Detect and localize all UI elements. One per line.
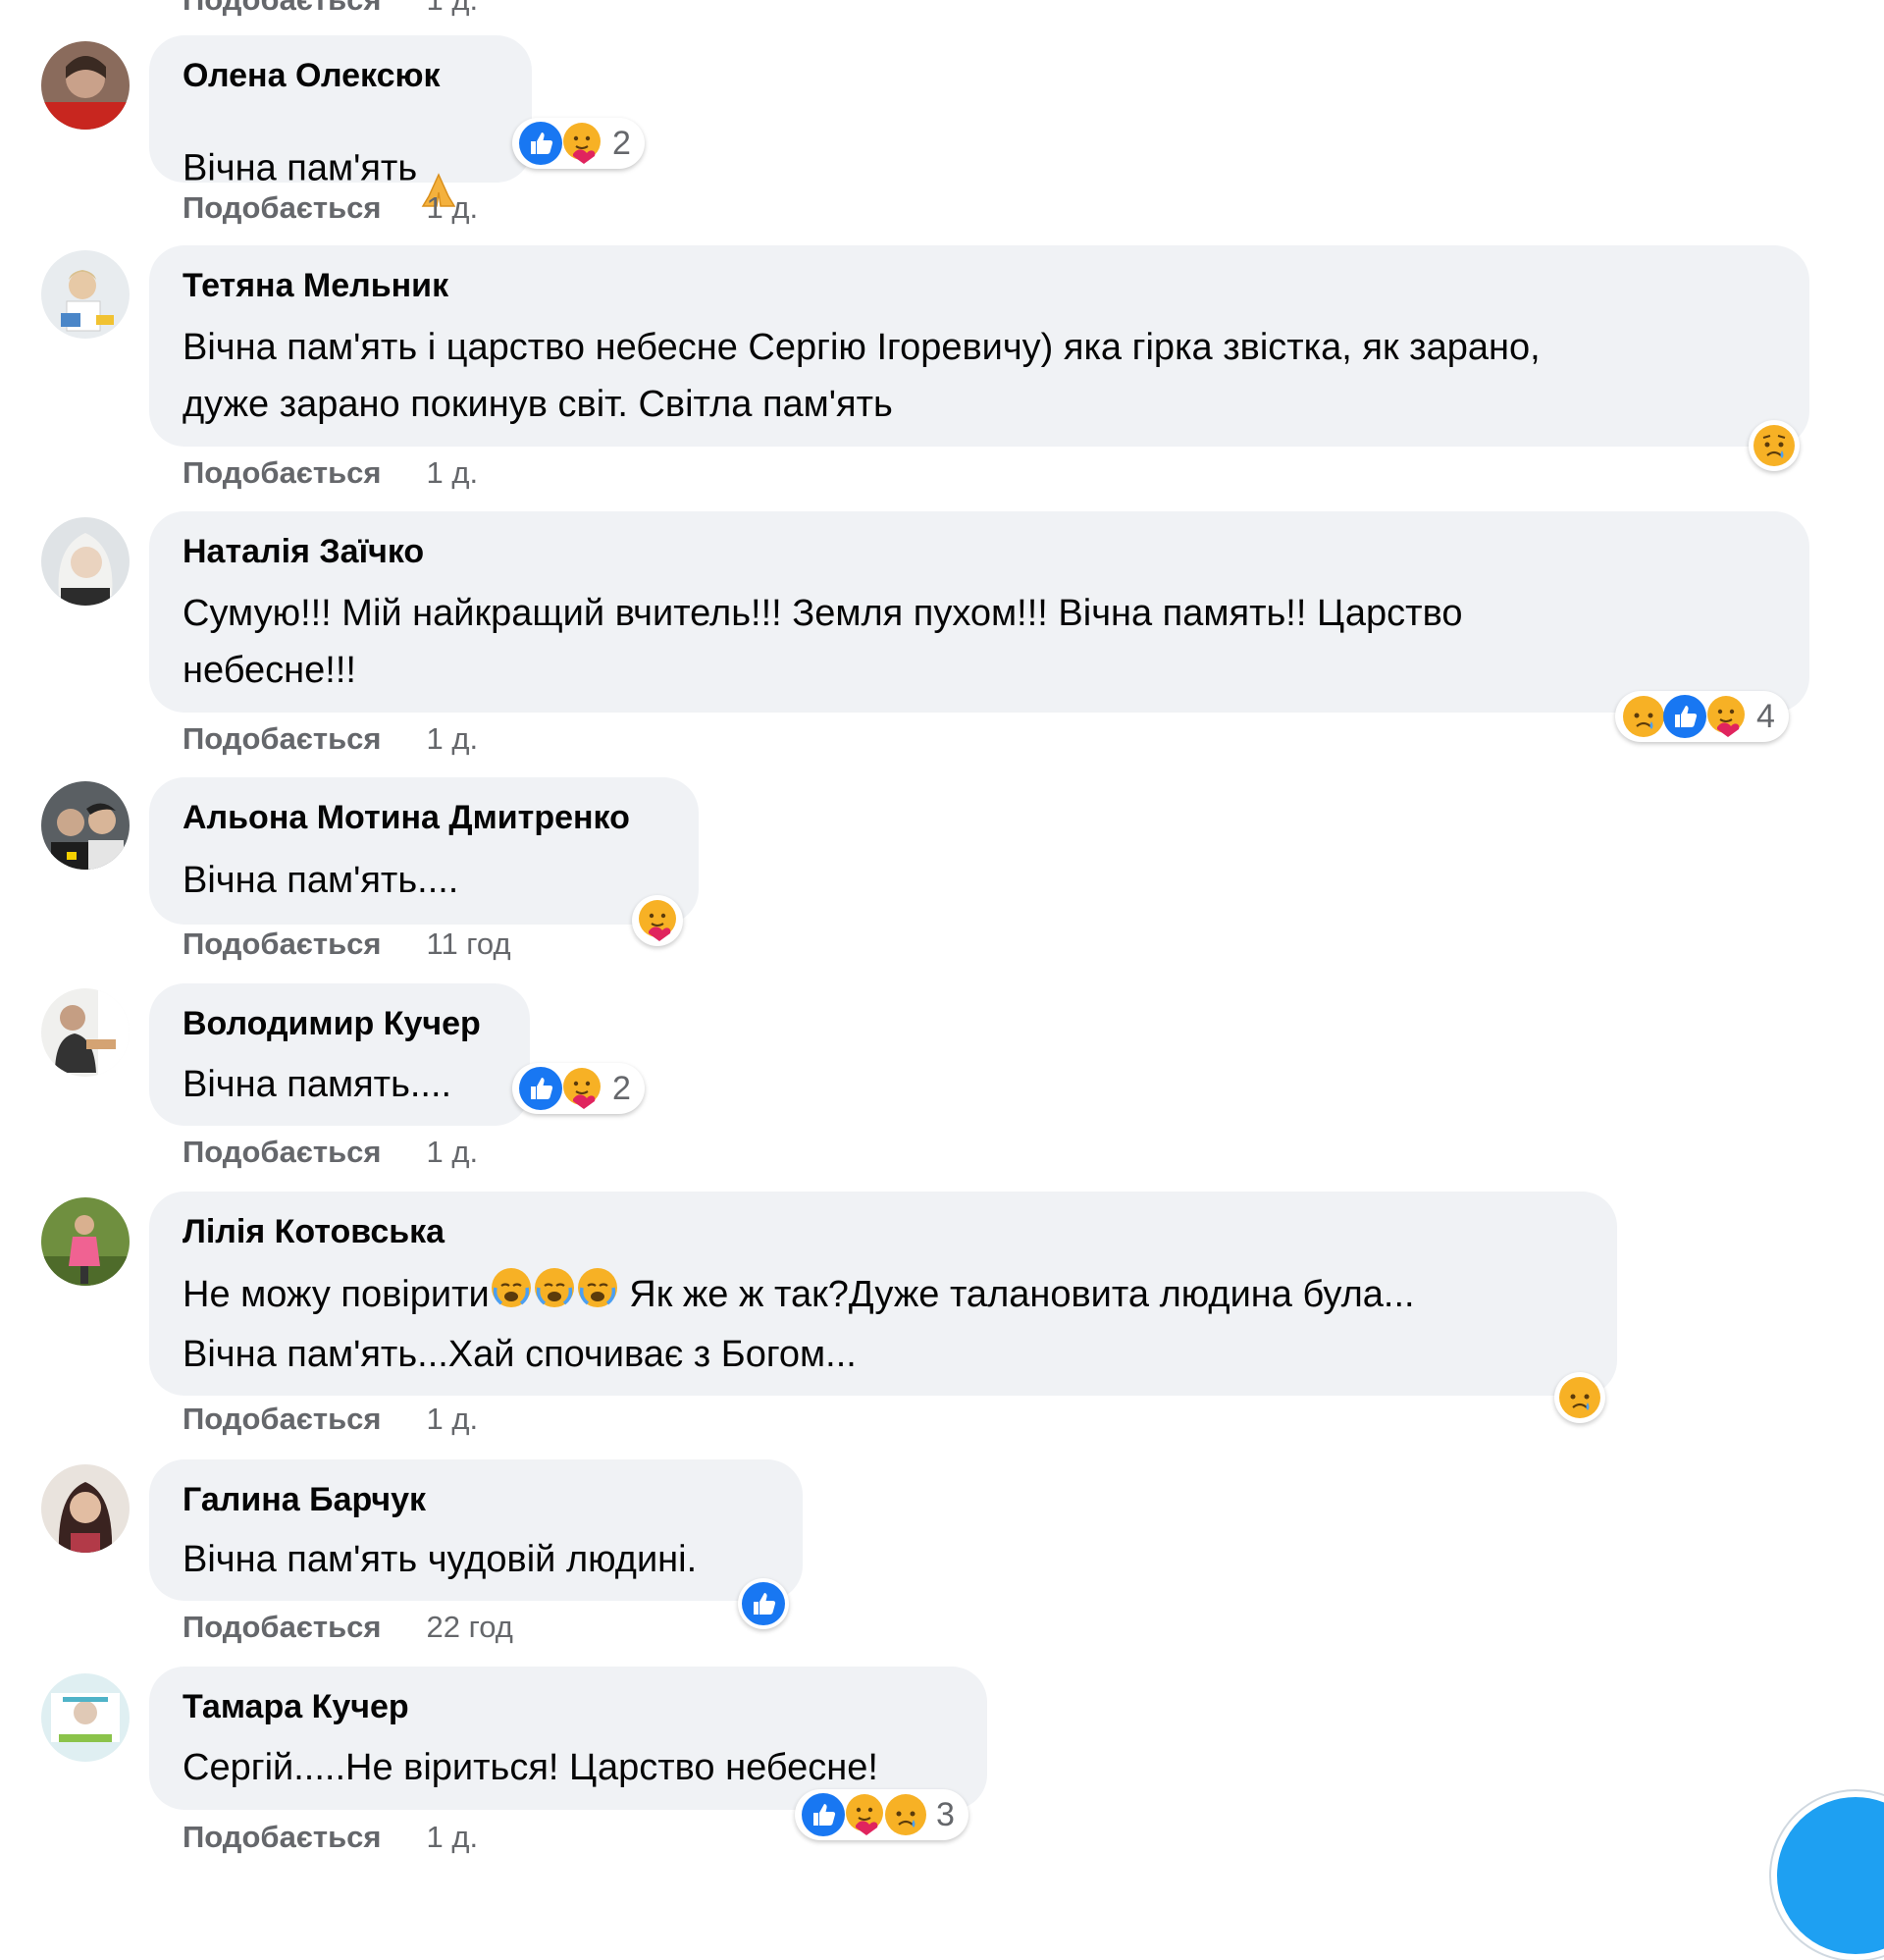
comment-bubble: Галина Барчук Вічна пам'ять чудовій люди… (149, 1459, 803, 1601)
comment-actions: Подобається 11 год (183, 927, 511, 962)
reactions-summary[interactable]: 2 (512, 1063, 645, 1114)
comment-bubble: Олена Олексюк Вічна пам'ять (149, 35, 532, 207)
comment-author[interactable]: Галина Барчук (183, 1481, 426, 1519)
comment-text: Вічна память.... (183, 1064, 452, 1105)
comment-author[interactable]: Володимир Кучер (183, 1005, 481, 1043)
comment-bubble: Лілія Котовська Не можу повірити Як же ж… (149, 1192, 1617, 1396)
comment-text: Вічна пам'ять чудовій людині. (183, 1539, 698, 1580)
avatar[interactable] (41, 41, 130, 130)
comment-time[interactable]: 1 д. (427, 0, 479, 18)
comment-author[interactable]: Тетяна Мельник (183, 267, 448, 305)
sad-icon (1557, 1375, 1602, 1420)
comment-actions: Подобається 1 д. (183, 721, 478, 757)
avatar[interactable] (41, 1197, 130, 1286)
reactions-summary[interactable] (1554, 1372, 1605, 1423)
like-link[interactable]: Подобається (183, 1135, 382, 1170)
like-icon (1662, 694, 1707, 739)
like-icon (801, 1792, 846, 1837)
comment-bubble: Тетяна Мельник Вічна пам'ять і царство н… (149, 245, 1809, 447)
comment-actions: Подобається 1 д. (183, 455, 478, 491)
like-link[interactable]: Подобається (183, 927, 382, 962)
reactions-summary[interactable] (738, 1578, 789, 1629)
comment-actions: Подобається 1 д. (183, 190, 478, 226)
like-icon (741, 1581, 786, 1626)
reactions-summary[interactable] (632, 895, 683, 946)
like-link[interactable]: Подобається (183, 190, 382, 226)
comment-time[interactable]: 1 д. (427, 721, 479, 757)
comment-bubble: Володимир Кучер Вічна память.... (149, 983, 530, 1126)
reactions-summary[interactable]: 3 (795, 1789, 968, 1840)
comment-text: Сергій.....Не віриться! Царство небесне! (183, 1747, 878, 1788)
sad-icon (883, 1792, 928, 1837)
care-icon (842, 1792, 887, 1837)
chat-bubble-button[interactable] (1771, 1791, 1884, 1960)
avatar[interactable] (41, 250, 130, 339)
comment-actions: Подобається 1 д. (183, 1402, 478, 1437)
care-icon (559, 1066, 604, 1111)
comment-time[interactable]: 1 д. (427, 455, 479, 491)
comment-time[interactable]: 1 д. (427, 190, 479, 226)
reactions-summary[interactable]: 4 (1615, 691, 1789, 742)
comment-time[interactable]: 11 год (427, 927, 511, 962)
comment-text: Сумую!!! Мій найкращий вчитель!!! Земля … (183, 593, 1463, 691)
sad-icon (1752, 423, 1797, 468)
like-link[interactable]: Подобається (183, 1820, 382, 1855)
reaction-count: 2 (612, 1069, 631, 1107)
reaction-count: 2 (612, 124, 631, 162)
comment-text: Вічна пам'ять і царство небесне Сергію І… (183, 327, 1541, 425)
sad-icon (1621, 694, 1666, 739)
avatar[interactable] (41, 1464, 130, 1553)
like-icon (518, 121, 563, 166)
comment-actions: Подобається 1 д. (183, 1820, 478, 1855)
comment-author[interactable]: Наталія Заїчко (183, 533, 424, 571)
avatar[interactable] (41, 781, 130, 870)
comment-bubble: Альона Мотина Дмитренко Вічна пам'ять...… (149, 777, 699, 925)
like-link[interactable]: Подобається (183, 455, 382, 491)
reaction-count: 3 (936, 1795, 955, 1833)
avatar[interactable] (41, 517, 130, 606)
comment-actions: Подобається 22 год (183, 1610, 513, 1645)
comment-time[interactable]: 22 год (427, 1610, 513, 1645)
comment-author[interactable]: Тамара Кучер (183, 1688, 409, 1726)
reaction-count: 4 (1756, 697, 1775, 735)
comment-author[interactable]: Альона Мотина Дмитренко (183, 799, 630, 837)
comment-time[interactable]: 1 д. (427, 1135, 479, 1170)
like-link[interactable]: Подобається (183, 0, 382, 18)
reactions-summary[interactable]: 2 (512, 118, 645, 169)
comment-text: Не можу повірити Як же ж так?Дуже талано… (183, 1266, 1415, 1383)
comment-time[interactable]: 1 д. (427, 1402, 479, 1437)
like-link[interactable]: Подобається (183, 721, 382, 757)
like-icon (518, 1066, 563, 1111)
comment-author[interactable]: Лілія Котовська (183, 1213, 445, 1251)
care-icon (635, 898, 680, 943)
comment-time[interactable]: 1 д. (427, 1820, 479, 1855)
care-icon (1703, 694, 1749, 739)
reactions-summary[interactable] (1749, 420, 1800, 471)
crying-emoji-icon (576, 1266, 619, 1326)
like-link[interactable]: Подобається (183, 1610, 382, 1645)
comment-author[interactable]: Олена Олексюк (183, 57, 441, 95)
comment-actions-partial: Подобається 1 д. (183, 0, 478, 18)
crying-emoji-icon (490, 1266, 533, 1326)
care-icon (559, 121, 604, 166)
avatar[interactable] (41, 988, 130, 1077)
crying-emoji-icon (533, 1266, 576, 1326)
comment-text: Вічна пам'ять.... (183, 860, 459, 901)
like-link[interactable]: Подобається (183, 1402, 382, 1437)
comment-bubble: Наталія Заїчко Сумую!!! Мій найкращий вч… (149, 511, 1809, 713)
comment-actions: Подобається 1 д. (183, 1135, 478, 1170)
avatar[interactable] (41, 1673, 130, 1762)
